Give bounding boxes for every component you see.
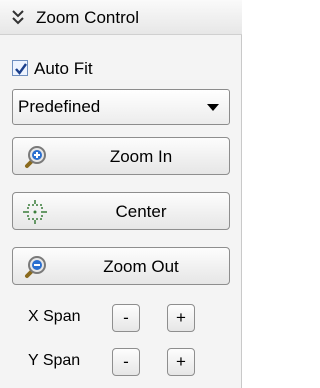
auto-fit-label: Auto Fit (34, 59, 93, 78)
zoom-out-label: Zoom Out (103, 257, 179, 276)
panel-header[interactable]: Zoom Control (0, 0, 242, 35)
panel-title: Zoom Control (36, 8, 139, 27)
center-label: Center (115, 202, 167, 221)
x-span-increase-button[interactable]: + (167, 304, 195, 332)
checkmark-icon (15, 63, 27, 75)
y-span-decrease-button[interactable]: - (112, 348, 140, 376)
zoom-in-label: Zoom In (109, 147, 173, 166)
y-span-increase-button[interactable]: + (167, 348, 195, 376)
zoom-out-magnifier-icon (22, 254, 48, 280)
auto-fit-checkbox[interactable] (12, 60, 28, 76)
double-chevron-down-icon[interactable] (10, 8, 26, 26)
center-target-icon (22, 199, 48, 225)
dropdown-arrow-icon (207, 104, 219, 111)
zoom-in-magnifier-icon (22, 144, 48, 170)
x-span-label: X Span (28, 308, 81, 325)
select-value: Predefined (18, 97, 101, 116)
zoom-control-panel: Zoom Control Auto Fit Predefined Zoom In (0, 0, 242, 388)
zoom-out-button[interactable]: Zoom Out (12, 247, 230, 285)
zoom-in-button[interactable]: Zoom In (12, 137, 230, 175)
y-span-label: Y Span (28, 352, 81, 369)
center-button[interactable]: Center (12, 192, 230, 230)
zoom-preset-select[interactable]: Predefined (12, 89, 230, 125)
x-span-decrease-button[interactable]: - (112, 304, 140, 332)
